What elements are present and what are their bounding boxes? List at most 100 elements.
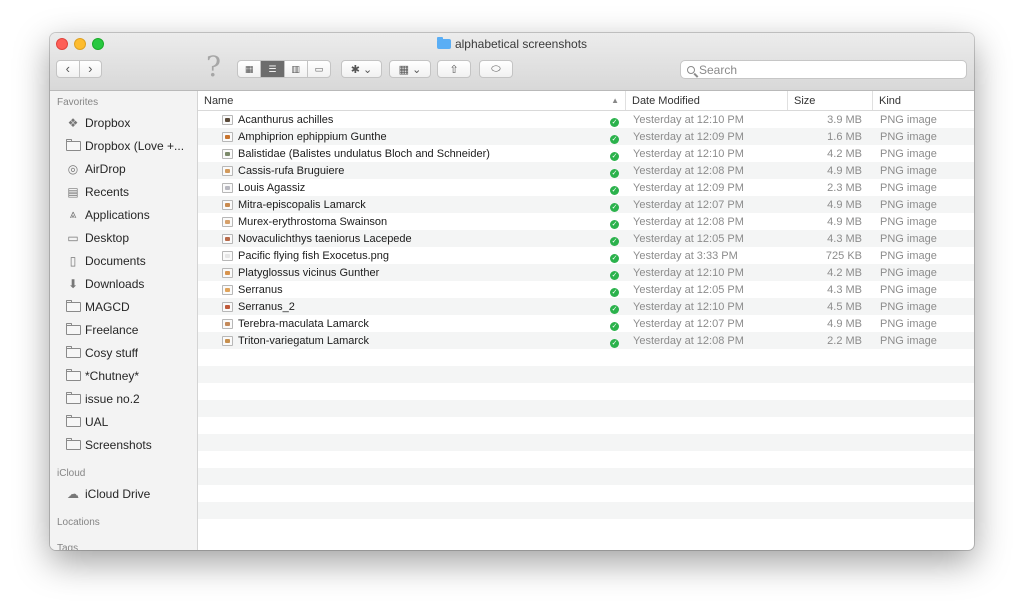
tag-button[interactable]: ⬭ [479,60,513,78]
list-view-button[interactable]: ☰ [260,61,284,77]
sidebar-item-recents[interactable]: ▤ Recents [50,180,197,203]
sidebar-header-locations: Locations [57,517,100,528]
icon-view-button[interactable]: ▦ [238,61,260,77]
sidebar-item-cosy-stuff[interactable]: Cosy stuff [50,341,197,364]
forward-button[interactable]: › [78,61,102,77]
table-row[interactable]: Acanthurus achilles ✓ Yesterday at 12:10 P… [198,111,974,128]
sidebar-item-label: Screenshots [85,437,152,452]
sidebar-item-freelance[interactable]: Freelance [50,318,197,341]
sidebar-item-issue-no-2[interactable]: issue no.2 [50,387,197,410]
sync-check-icon: ✓ [610,134,619,144]
sidebar-item-icloud-drive[interactable]: ☁ iCloud Drive [50,482,197,505]
empty-row [198,417,974,434]
sidebar-item-dropbox[interactable]: ❖ Dropbox [50,111,197,134]
table-row[interactable]: Serranus_2 ✓ Yesterday at 12:10 PM 4.5 MB PN… [198,298,974,315]
table-row[interactable]: Cassis-rufa Bruguiere ✓ Yesterday at 12:08… [198,162,974,179]
dropbox-icon: ❖ [67,115,79,130]
image-thumbnail-icon [222,233,233,244]
action-menu-button[interactable]: ✱ ⌄ [341,60,382,78]
table-row[interactable]: Serranus ✓ Yesterday at 12:05 PM 4.3 MB PNG … [198,281,974,298]
table-row[interactable]: Murex-erythrostoma Swainson ✓ Yesterday at… [198,213,974,230]
sidebar-item-label: Freelance [85,322,139,337]
column-size[interactable]: Size [787,91,872,110]
image-thumbnail-icon [222,284,233,295]
file-size: 4.5 MB [827,300,862,313]
gallery-view-button[interactable]: ▭ [306,61,330,77]
recents-icon: ▤ [67,184,79,199]
file-size: 4.3 MB [827,283,862,296]
empty-row [198,400,974,417]
file-size: 2.2 MB [827,334,862,347]
titlebar: alphabetical screenshots ‹ › ? ▦ ☰ ▥ ▭ ✱… [50,33,974,91]
sidebar: Favorites ❖ Dropbox Dropbox (Love +... ◎ AirD… [50,91,198,550]
column-date-modified[interactable]: Date Modified [625,91,787,110]
sidebar-item-chutney[interactable]: *Chutney* [50,364,197,387]
table-row[interactable]: Pacific flying fish Exocetus.png ✓ Yesterd… [198,247,974,264]
column-kind[interactable]: Kind [872,91,974,110]
table-row[interactable]: Louis Agassiz ✓ Yesterday at 12:09 PM 2.3 M… [198,179,974,196]
file-kind: PNG image [880,266,937,279]
sidebar-item-desktop[interactable]: ▭ Desktop [50,226,197,249]
sidebar-item-label: Desktop [85,230,130,245]
sidebar-item-documents[interactable]: ▯ Documents [50,249,197,272]
table-row[interactable]: Mitra-episcopalis Lamarck ✓ Yesterday at 1… [198,196,974,213]
table-row[interactable]: Terebra-maculata Lamarck ✓ Yesterday at 12… [198,315,974,332]
file-name: Serranus [238,283,283,296]
file-size: 2.3 MB [827,181,862,194]
table-row[interactable]: Triton-variegatum Lamarck ✓ Yesterday at 1… [198,332,974,349]
file-date: Yesterday at 12:07 PM [633,317,744,330]
sidebar-item-magcd[interactable]: MAGCD [50,295,197,318]
file-kind: PNG image [880,113,937,126]
file-kind: PNG image [880,249,937,262]
desktop-icon: ▭ [67,230,79,245]
sidebar-header-icloud: iCloud [57,468,86,479]
empty-row [198,502,974,519]
sidebar-item-screenshots[interactable]: Screenshots [50,433,197,456]
file-name-cell: Mitra-episcopalis Lamarck ✓ [198,199,625,212]
sidebar-item-label: MAGCD [85,299,130,314]
table-row[interactable]: Balistidae (Balistes undulatus Bloch and… [198,145,974,162]
sidebar-item-label: iCloud Drive [85,486,151,501]
column-name[interactable]: Name ▲ [198,91,625,110]
sidebar-item-label: Recents [85,184,130,199]
image-thumbnail-icon [222,131,233,142]
tag-icon: ⬭ [491,62,501,75]
empty-row [198,349,974,366]
sidebar-item-dropbox-love[interactable]: Dropbox (Love +... [50,134,197,157]
search-field[interactable] [680,60,967,79]
file-name: Cassis-rufa Bruguiere [238,164,345,177]
image-thumbnail-icon [222,335,233,346]
share-button[interactable]: ⇧ [437,60,471,78]
empty-row [198,366,974,383]
downloads-icon: ⬇ [67,276,79,291]
file-date: Yesterday at 12:05 PM [633,283,744,296]
arrange-menu-button[interactable]: ▦ ⌄ [389,60,431,78]
column-kind-label: Kind [879,94,902,107]
sidebar-item-downloads[interactable]: ⬇ Downloads [50,272,197,295]
table-row[interactable]: Novaculichthys taeniorus Lacepede ✓ Yester… [198,230,974,247]
sync-check-icon: ✓ [610,253,619,263]
file-date: Yesterday at 12:07 PM [633,198,744,211]
folder-icon [65,138,81,152]
file-name-cell: Louis Agassiz ✓ [198,181,625,195]
column-view-button[interactable]: ▥ [283,61,307,77]
file-size: 4.9 MB [827,317,862,330]
table-row[interactable]: Platyglossus vicinus Gunther ✓ Yesterday a… [198,264,974,281]
search-input[interactable] [699,62,939,77]
sidebar-item-ual[interactable]: UAL [50,410,197,433]
file-rows: Acanthurus achilles ✓ Yesterday at 12:10 P… [198,111,974,536]
sidebar-item-airdrop[interactable]: ◎ AirDrop [50,157,197,180]
image-thumbnail-icon [222,182,233,193]
sidebar-item-applications[interactable]: ⩓ Applications [50,203,197,226]
file-name: Louis Agassiz [238,181,306,194]
file-name: Triton-variegatum Lamarck [238,334,370,347]
file-name-cell: Platyglossus vicinus Gunther ✓ [198,267,625,280]
help-icon: ? [206,50,222,83]
file-kind: PNG image [880,147,937,160]
file-name: Pacific flying fish Exocetus.png [238,249,390,262]
folder-icon [65,322,81,336]
file-name: Acanthurus achilles [238,113,334,126]
folder-icon [65,391,81,405]
table-row[interactable]: Amphiprion ephippium Gunthe ✓ Yesterday at… [198,128,974,145]
back-button[interactable]: ‹ [57,61,79,77]
